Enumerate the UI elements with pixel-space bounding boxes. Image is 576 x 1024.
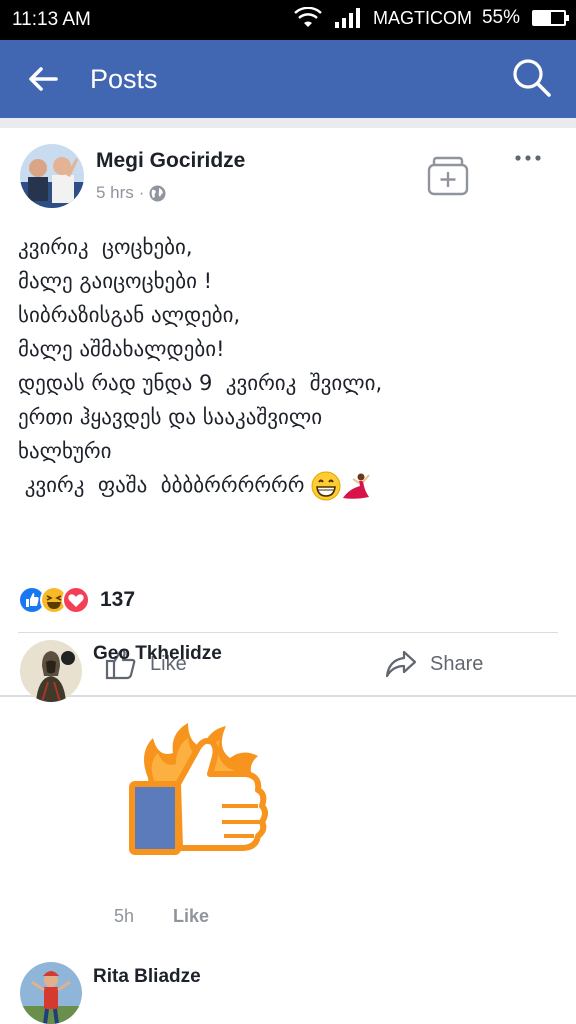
status-time: 11:13 AM [12, 9, 91, 30]
post-author-name[interactable]: Megi Gociridze [96, 149, 245, 173]
share-label: Share [430, 652, 484, 675]
arrow-left-icon[interactable] [26, 62, 60, 96]
search-icon[interactable] [510, 56, 554, 100]
battery-percent: 55% [481, 7, 520, 28]
commenter-avatar[interactable] [20, 640, 82, 702]
reactions-summary[interactable]: 137 [18, 586, 135, 614]
commenter-avatar-2[interactable] [20, 962, 82, 1024]
globe-icon [149, 185, 166, 201]
status-bar: 11:13 AM MAGTICOM 55% [0, 0, 576, 40]
comment-timestamp: 5h [114, 906, 135, 926]
post-text: კვირიკ ცოცხები, მალე გაიცოცხები ! სიბრაზ… [18, 230, 558, 502]
comment-like-button[interactable]: Like [173, 906, 209, 927]
post-divider [18, 632, 558, 633]
page-title: Posts [90, 64, 158, 94]
share-button[interactable]: Share [384, 646, 483, 682]
wifi-icon [294, 7, 322, 27]
author-avatar[interactable] [20, 144, 84, 208]
dancer-icon [343, 473, 370, 499]
commenter-name-2[interactable]: Rita Bliadze [93, 966, 201, 988]
feed-divider [0, 118, 576, 128]
signal-icon [334, 8, 360, 28]
grinning-face-icon [311, 471, 341, 501]
share-icon [385, 650, 417, 678]
battery-icon [532, 10, 569, 26]
meta-dot: · [138, 183, 145, 202]
post-body: კვირიკ ცოცხები, მალე გაიცოცხები ! სიბრაზ… [18, 235, 383, 497]
reaction-count: 137 [100, 588, 136, 611]
commenter-name[interactable]: Geo Tkhelidze [93, 643, 222, 665]
love-reaction-icon [62, 586, 90, 614]
carrier-name: MAGTICOM [372, 7, 472, 28]
actions-divider [0, 695, 576, 697]
post-timestamp[interactable]: 5 hrs [96, 183, 134, 203]
thumbs-up-sticker [129, 723, 268, 855]
post-meta: 5 hrs · [96, 183, 166, 203]
save-post-icon[interactable] [426, 156, 470, 196]
app-bar: Posts [0, 40, 576, 118]
status-right: MAGTICOM 55% [293, 7, 569, 29]
more-options-icon[interactable] [513, 148, 543, 168]
